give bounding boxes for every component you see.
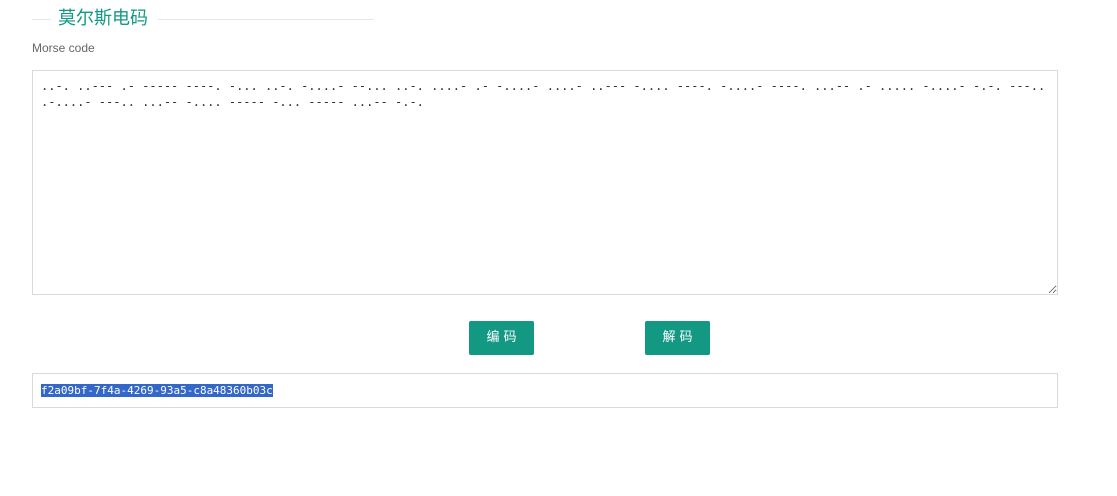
- legend-divider-right: [158, 19, 374, 20]
- result-output-field[interactable]: f2a09bf-7f4a-4269-93a5-c8a48360b03c: [32, 373, 1058, 408]
- section-legend: 莫尔斯电码: [32, 6, 374, 32]
- result-text-selected: f2a09bf-7f4a-4269-93a5-c8a48360b03c: [41, 384, 273, 397]
- decode-button[interactable]: 解码: [645, 321, 710, 355]
- input-label: Morse code: [32, 41, 95, 55]
- morse-input-textarea[interactable]: ..-. ..--- .- ----- ----. -... ..-. -...…: [32, 70, 1058, 295]
- legend-divider-left: [32, 19, 51, 20]
- encode-button[interactable]: 编码: [469, 321, 534, 355]
- page-title: 莫尔斯电码: [58, 8, 148, 29]
